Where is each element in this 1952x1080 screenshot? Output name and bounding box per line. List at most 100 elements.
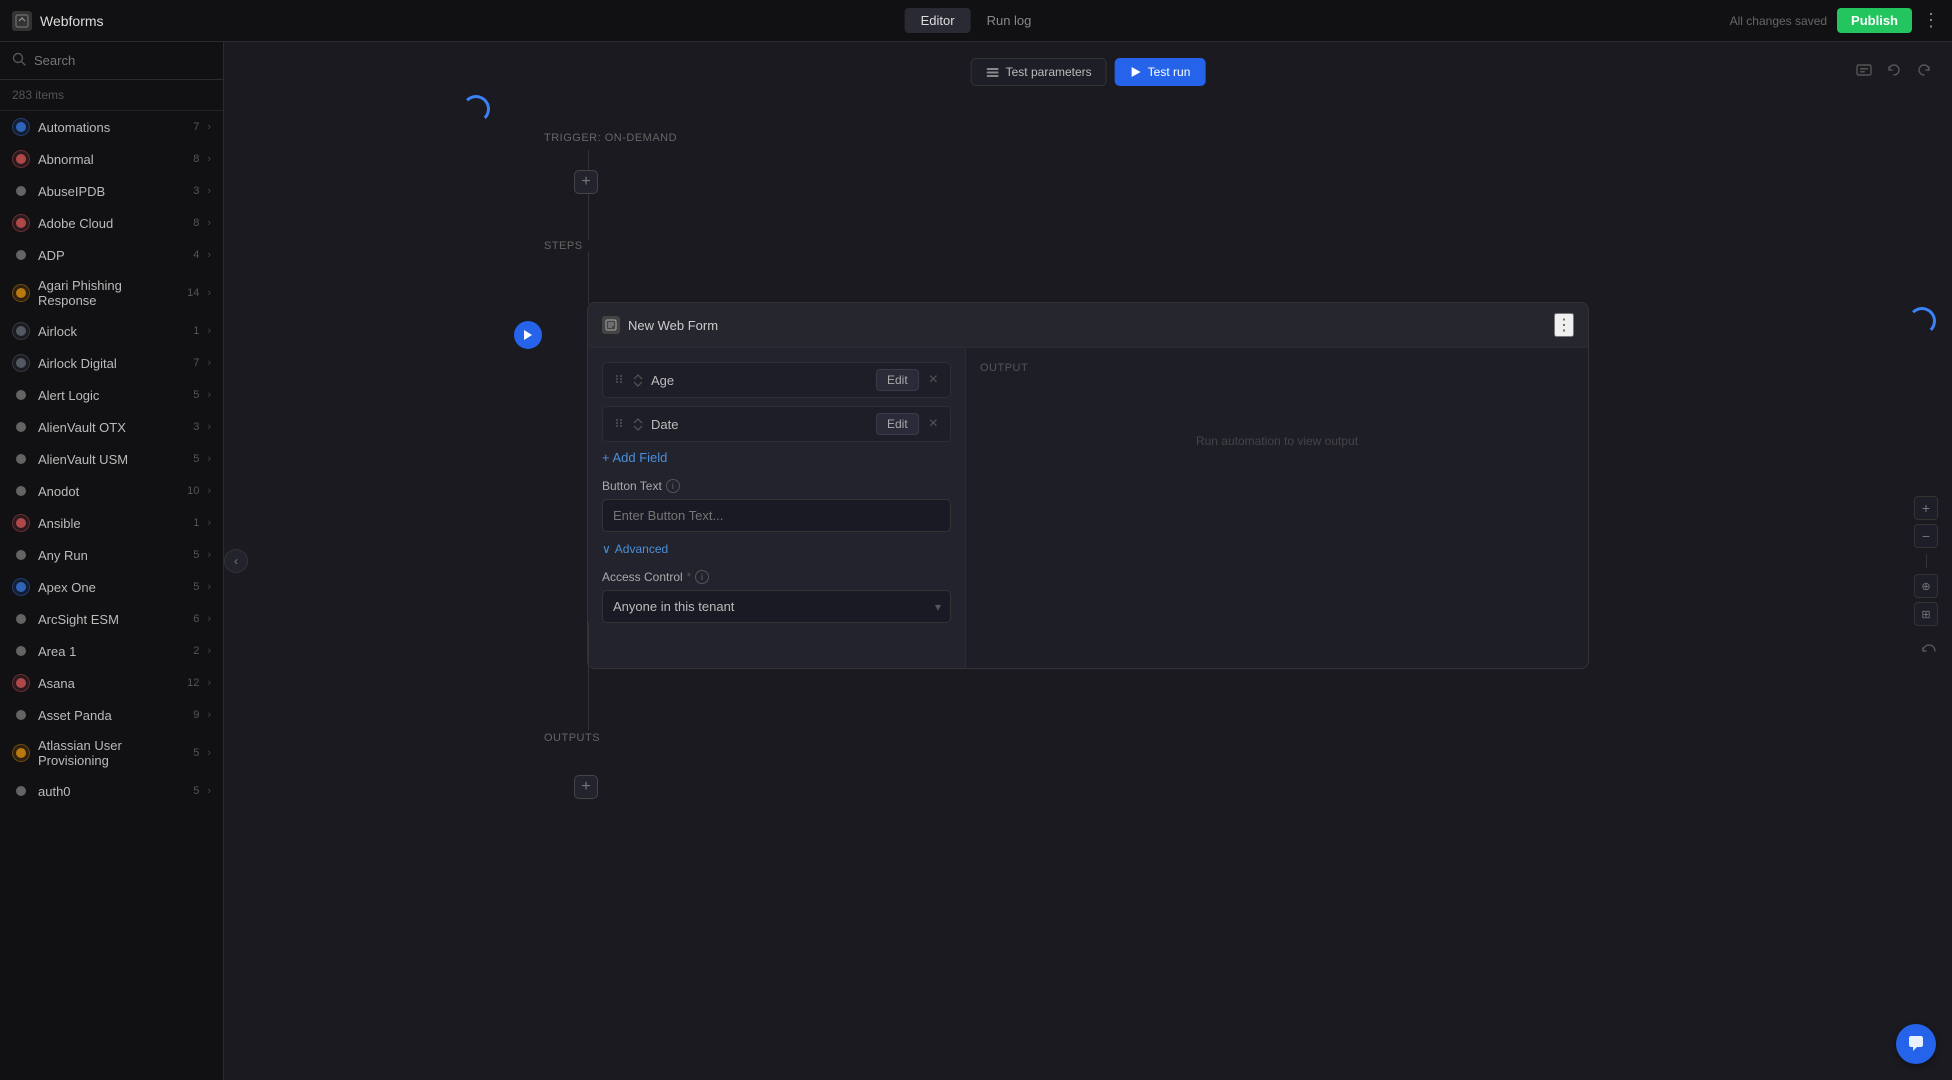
test-run-button[interactable]: Test run	[1115, 58, 1206, 86]
field-name-date: Date	[651, 417, 868, 432]
reset-view-button[interactable]	[1920, 642, 1938, 665]
tab-editor[interactable]: Editor	[905, 8, 971, 33]
zoom-in-button[interactable]: +	[1914, 496, 1938, 520]
sidebar-item-airlock-digital[interactable]: Airlock Digital 7 ›	[0, 347, 223, 379]
publish-button[interactable]: Publish	[1837, 8, 1912, 33]
sidebar-item-atlassian-user-provisioning[interactable]: Atlassian User Provisioning 5 ›	[0, 731, 223, 775]
sidebar-item-anodot[interactable]: Anodot 10 ›	[0, 475, 223, 507]
sidebar-item-agari-phishing-response[interactable]: Agari Phishing Response 14 ›	[0, 271, 223, 315]
sidebar-list: Automations 7 › Abnormal 8 › AbuseIPDB 3…	[0, 111, 223, 1080]
sidebar-item-alert-logic[interactable]: Alert Logic 5 ›	[0, 379, 223, 411]
field-row-age: Age Edit ×	[602, 362, 951, 398]
chat-support-button[interactable]	[1896, 1024, 1936, 1064]
sidebar-item-area-1[interactable]: Area 1 2 ›	[0, 635, 223, 667]
sidebar-item-arcsight-esm[interactable]: ArcSight ESM 6 ›	[0, 603, 223, 635]
field-edit-date-button[interactable]: Edit	[876, 413, 919, 435]
sidebar-item-apex-one[interactable]: Apex One 5 ›	[0, 571, 223, 603]
button-text-input[interactable]	[602, 499, 951, 532]
sidebar-chevron-icon: ›	[207, 287, 211, 299]
sidebar-items-count: 283 items	[0, 80, 223, 111]
sidebar-chevron-icon: ›	[207, 325, 211, 337]
sidebar-item-abnormal[interactable]: Abnormal 8 ›	[0, 143, 223, 175]
advanced-chevron-icon: ∨	[602, 542, 611, 556]
advanced-label: Advanced	[615, 542, 668, 556]
advanced-toggle[interactable]: ∨ Advanced	[602, 542, 951, 556]
form-right-panel: OUTPUT Run automation to view output	[966, 348, 1588, 668]
sidebar-item-count: 1	[183, 517, 199, 529]
field-remove-age-button[interactable]: ×	[927, 371, 940, 389]
add-output-button[interactable]: +	[574, 775, 598, 799]
sidebar-chevron-icon: ›	[207, 453, 211, 465]
run-output-hint: Run automation to view output	[980, 434, 1574, 448]
access-control-select[interactable]: Anyone in this tenant Specific users Onl…	[602, 590, 951, 623]
form-node: New Web Form ⋮	[587, 302, 1589, 669]
sidebar-chevron-icon: ›	[207, 121, 211, 133]
topbar-right: All changes saved Publish ⋮	[1730, 8, 1940, 33]
sidebar-chevron-icon: ›	[207, 249, 211, 261]
app-title: Webforms	[40, 13, 104, 29]
sidebar-item-count: 1	[183, 325, 199, 337]
search-icon	[12, 52, 26, 69]
canvas-icon-btn-1[interactable]	[1852, 58, 1876, 87]
form-left-panel: Age Edit ×	[588, 348, 966, 668]
form-node-more-button[interactable]: ⋮	[1554, 313, 1574, 337]
sidebar-chevron-icon: ›	[207, 709, 211, 721]
field-remove-date-button[interactable]: ×	[927, 415, 940, 433]
add-field-link[interactable]: + Add Field	[602, 450, 667, 465]
add-trigger-button[interactable]: +	[574, 170, 598, 194]
sidebar-item-adp[interactable]: ADP 4 ›	[0, 239, 223, 271]
more-menu-button[interactable]: ⋮	[1922, 10, 1940, 31]
sidebar-item-asset-panda[interactable]: Asset Panda 9 ›	[0, 699, 223, 731]
sidebar-item-count: 3	[183, 421, 199, 433]
sidebar-chevron-icon: ›	[207, 677, 211, 689]
sidebar-chevron-icon: ›	[207, 485, 211, 497]
flow-line-3	[588, 252, 589, 304]
sidebar-item-name: ADP	[38, 248, 175, 263]
access-required-indicator: *	[687, 571, 691, 583]
main-layout: 283 items Automations 7 › Abnormal 8 › A…	[0, 42, 1952, 1080]
field-edit-age-button[interactable]: Edit	[876, 369, 919, 391]
test-run-label: Test run	[1148, 65, 1191, 79]
sidebar-icon	[12, 578, 30, 596]
undo-button[interactable]	[1882, 58, 1906, 87]
sidebar-chevron-icon: ›	[207, 747, 211, 759]
sidebar-item-count: 12	[183, 677, 199, 689]
topbar: Webforms Editor Run log All changes save…	[0, 0, 1952, 42]
sidebar-icon	[12, 150, 30, 168]
sidebar-item-abuseipdb[interactable]: AbuseIPDB 3 ›	[0, 175, 223, 207]
form-node-title: New Web Form	[628, 318, 718, 333]
sidebar-item-name: Adobe Cloud	[38, 216, 175, 231]
sidebar-item-auth0[interactable]: auth0 5 ›	[0, 775, 223, 807]
test-parameters-label: Test parameters	[1006, 65, 1092, 79]
sidebar-chevron-icon: ›	[207, 645, 211, 657]
sidebar-item-adobe-cloud[interactable]: Adobe Cloud 8 ›	[0, 207, 223, 239]
sidebar-item-ansible[interactable]: Ansible 1 ›	[0, 507, 223, 539]
zoom-fit-button[interactable]: ⊕	[1914, 574, 1938, 598]
sidebar-item-count: 5	[183, 747, 199, 759]
sidebar-chevron-icon: ›	[207, 357, 211, 369]
sidebar-item-name: Any Run	[38, 548, 175, 563]
app-logo	[12, 11, 32, 31]
sidebar-item-asana[interactable]: Asana 12 ›	[0, 667, 223, 699]
steps-label: STEPS	[544, 240, 583, 252]
redo-button[interactable]	[1912, 58, 1936, 87]
sidebar-item-alienvault-usm[interactable]: AlienVault USM 5 ›	[0, 443, 223, 475]
sidebar-item-alienvault-otx[interactable]: AlienVault OTX 3 ›	[0, 411, 223, 443]
play-node-button[interactable]	[514, 321, 542, 349]
zoom-out-button[interactable]: −	[1914, 524, 1938, 548]
sidebar-icon	[12, 782, 30, 800]
sidebar-item-automations[interactable]: Automations 7 ›	[0, 111, 223, 143]
search-input[interactable]	[34, 53, 211, 68]
access-select-wrapper: Anyone in this tenant Specific users Onl…	[602, 590, 951, 623]
tab-run-log[interactable]: Run log	[971, 8, 1048, 33]
test-parameters-button[interactable]: Test parameters	[971, 58, 1107, 86]
sidebar-icon	[12, 744, 30, 762]
sidebar-item-any-run[interactable]: Any Run 5 ›	[0, 539, 223, 571]
canvas-toolbar: Test parameters Test run	[971, 58, 1206, 86]
flow-line-4	[588, 622, 589, 730]
sidebar-item-name: AlienVault OTX	[38, 420, 175, 435]
collapse-sidebar-button[interactable]: ‹	[224, 549, 248, 573]
sidebar-item-airlock[interactable]: Airlock 1 ›	[0, 315, 223, 347]
zoom-reset-button[interactable]: ⊞	[1914, 602, 1938, 626]
sidebar-chevron-icon: ›	[207, 785, 211, 797]
